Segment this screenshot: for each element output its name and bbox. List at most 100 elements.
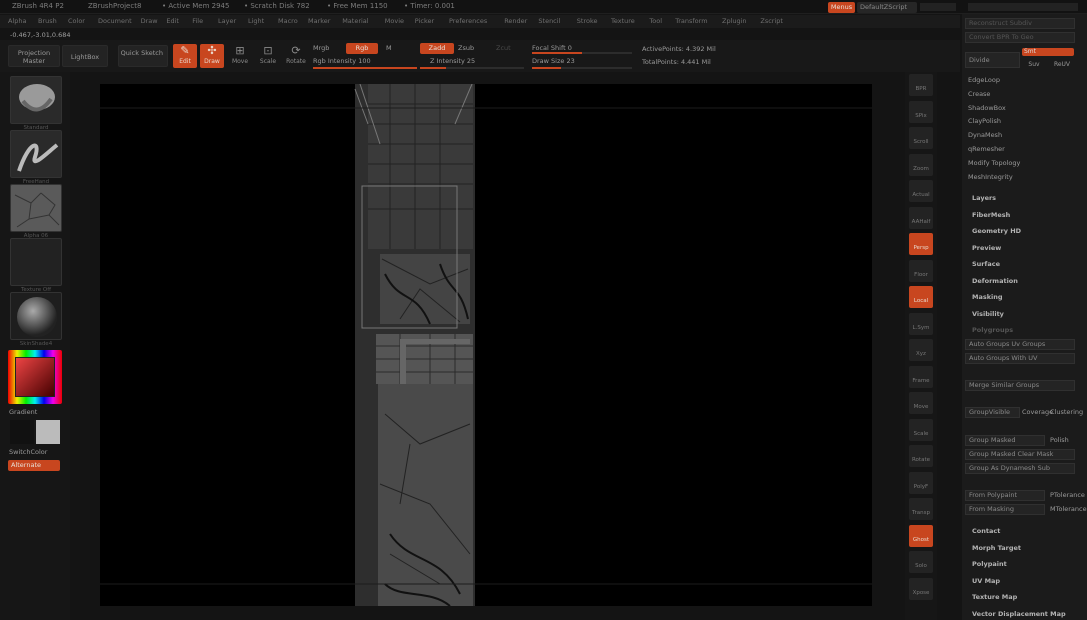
reconstruct-subdiv-button[interactable]: Reconstruct Subdiv	[965, 18, 1075, 29]
menu-file[interactable]: File	[192, 17, 203, 25]
panel-qremesher[interactable]: qRemesher	[968, 145, 1005, 153]
menu-material[interactable]: Material	[342, 17, 368, 25]
menu-alpha[interactable]: Alpha	[8, 17, 26, 25]
from-masking-button[interactable]: From Masking	[965, 504, 1045, 515]
scale-button[interactable]: ⊡ Scale	[256, 44, 280, 68]
menu-draw[interactable]: Draw	[141, 17, 158, 25]
shelf-spix-button[interactable]: SPix	[909, 100, 933, 123]
default-zscript-button[interactable]: DefaultZScript	[857, 2, 917, 13]
auto-groups-with-uv-button[interactable]: Auto Groups With UV	[965, 353, 1075, 364]
material-thumbnail[interactable]: SkinShade4	[10, 292, 62, 347]
menu-stencil[interactable]: Stencil	[538, 17, 560, 25]
gradient-label[interactable]: Gradient	[9, 408, 37, 416]
zcut-toggle[interactable]: Zcut	[496, 44, 511, 52]
smt-toggle[interactable]: Smt	[1022, 48, 1074, 56]
shelf-polyf-button[interactable]: PolyF	[909, 471, 933, 494]
coverage-slider[interactable]: Coverage	[1022, 408, 1053, 416]
panel-geometry-hd[interactable]: Geometry HD	[972, 227, 1021, 235]
panel-shadowbox[interactable]: ShadowBox	[968, 104, 1006, 112]
draw-size-label[interactable]: Draw Size 23	[532, 57, 575, 65]
secondary-color-swatch[interactable]	[36, 420, 60, 444]
menu-transform[interactable]: Transform	[675, 17, 707, 25]
menu-document[interactable]: Document	[98, 17, 132, 25]
from-polypaint-button[interactable]: From Polypaint	[965, 490, 1045, 501]
shelf-transp-button[interactable]: Transp	[909, 498, 933, 520]
menu-texture[interactable]: Texture	[611, 17, 635, 25]
panel-contact[interactable]: Contact	[972, 527, 1000, 535]
panel-layers[interactable]: Layers	[972, 194, 996, 202]
polygroups-header[interactable]: Polygroups	[972, 326, 1013, 334]
panel-claypolish[interactable]: ClayPolish	[968, 117, 1001, 125]
menu-zscript[interactable]: Zscript	[760, 17, 783, 25]
focal-shift-label[interactable]: Focal Shift 0	[532, 44, 572, 52]
panel-crease[interactable]: Crease	[968, 90, 990, 98]
rgb-intensity-label[interactable]: Rgb Intensity 100	[313, 57, 371, 65]
menu-render[interactable]: Render	[504, 17, 527, 25]
projection-master-button[interactable]: Projection Master	[8, 45, 60, 67]
shelf-solo-button[interactable]: Solo	[909, 551, 933, 573]
group-visible-button[interactable]: GroupVisible	[965, 407, 1020, 418]
auto-groups-uv-button[interactable]: Auto Groups Uv Groups	[965, 339, 1075, 350]
group-masked-clear-button[interactable]: Group Masked Clear Mask	[965, 449, 1075, 460]
menu-color[interactable]: Color	[68, 17, 85, 25]
panel-dynamesh[interactable]: DynaMesh	[968, 131, 1002, 139]
panel-deformation[interactable]: Deformation	[972, 277, 1018, 285]
panel-edgeloop[interactable]: EdgeLoop	[968, 76, 1000, 84]
panel-preview[interactable]: Preview	[972, 244, 1001, 252]
document-canvas[interactable]	[100, 83, 872, 607]
rgb-toggle[interactable]: Rgb	[346, 43, 378, 54]
menu-brush[interactable]: Brush	[38, 17, 57, 25]
shelf-move-button[interactable]: Move	[909, 392, 933, 414]
alternate-button[interactable]: Alternate	[8, 460, 60, 471]
rotate-button[interactable]: ⟳ Rotate	[284, 44, 308, 68]
panel-vector-displacement-map[interactable]: Vector Displacement Map	[972, 610, 1066, 618]
color-square[interactable]	[15, 357, 55, 397]
alpha-thumbnail[interactable]: Alpha 06	[10, 184, 62, 239]
polish-slider[interactable]: Polish	[1050, 436, 1069, 444]
shelf-xpose-button[interactable]: Xpose	[909, 577, 933, 600]
draw-button[interactable]: ✣ Draw	[200, 44, 224, 68]
clustering-slider[interactable]: Clustering	[1050, 408, 1083, 416]
menus-button[interactable]: Menus	[828, 2, 855, 13]
zadd-toggle[interactable]: Zadd	[420, 43, 454, 54]
shelf-bpr-button[interactable]: BPR	[909, 74, 933, 96]
shelf-zoom-button[interactable]: Zoom	[909, 153, 933, 176]
brush-thumbnail[interactable]: Standard	[10, 76, 62, 131]
menu-movie[interactable]: Movie	[385, 17, 404, 25]
menu-zplugin[interactable]: Zplugin	[722, 17, 747, 25]
panel-morph-target[interactable]: Morph Target	[972, 544, 1021, 552]
texture-thumbnail[interactable]: Texture Off	[10, 238, 62, 293]
layout-icons[interactable]	[968, 3, 1078, 11]
shelf-lsym-button[interactable]: L.Sym	[909, 312, 933, 335]
shelf-scroll-button[interactable]: Scroll	[909, 127, 933, 149]
zsub-toggle[interactable]: Zsub	[458, 44, 474, 52]
move-button[interactable]: ⊞ Move	[228, 44, 252, 68]
panel-uv-map[interactable]: UV Map	[972, 577, 1000, 585]
lightbox-button[interactable]: LightBox	[62, 45, 108, 67]
main-color-swatch[interactable]	[10, 420, 34, 444]
reuv-toggle[interactable]: ReUV	[1050, 61, 1074, 69]
mtolerance-slider[interactable]: MTolerance	[1050, 505, 1087, 513]
mrgb-toggle[interactable]: Mrgb	[313, 44, 329, 52]
menu-picker[interactable]: Picker	[415, 17, 434, 25]
menu-macro[interactable]: Macro	[278, 17, 298, 25]
panel-modify-topology[interactable]: Modify Topology	[968, 159, 1020, 167]
menu-marker[interactable]: Marker	[308, 17, 330, 25]
shelf-actual-button[interactable]: Actual	[909, 180, 933, 202]
panel-fibermesh[interactable]: FiberMesh	[972, 211, 1010, 219]
menu-light[interactable]: Light	[248, 17, 264, 25]
stroke-thumbnail[interactable]: FreeHand	[10, 130, 62, 185]
menu-tool[interactable]: Tool	[649, 17, 662, 25]
panel-meshintegrity[interactable]: MeshIntegrity	[968, 173, 1013, 181]
panel-surface[interactable]: Surface	[972, 260, 1000, 268]
window-controls-icon[interactable]	[920, 3, 956, 11]
m-toggle[interactable]: M	[386, 44, 392, 52]
shelf-aahalf-button[interactable]: AAHalf	[909, 206, 933, 229]
edit-button[interactable]: ✎ Edit	[173, 44, 197, 68]
group-masked-button[interactable]: Group Masked	[965, 435, 1045, 446]
draw-size-slider[interactable]	[532, 67, 632, 69]
shelf-rotate-button[interactable]: Rotate	[909, 445, 933, 467]
suv-toggle[interactable]: Suv	[1022, 61, 1046, 69]
z-intensity-label[interactable]: Z Intensity 25	[430, 57, 475, 65]
shelf-xyz-button[interactable]: Xyz	[909, 339, 933, 361]
